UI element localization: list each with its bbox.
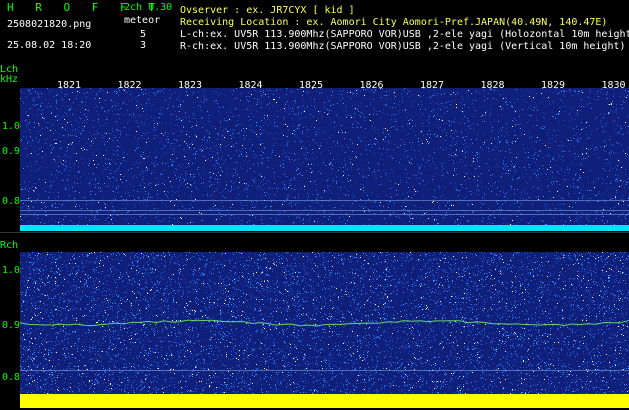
meteor-count-rch: 3 [140, 40, 147, 51]
rch-ytick: 1.0 [2, 265, 21, 276]
lch-ytick: 0.8 [2, 196, 21, 207]
lch-ytick: 1.0 [2, 121, 21, 132]
rch-ytick: 0.8 [2, 372, 21, 383]
location-info: Receiving Location : ex. Aomori City Aom… [180, 17, 608, 28]
rch-ytick: 0.9 [2, 320, 21, 331]
date-time: 25.08.02 18:20 [7, 40, 92, 51]
lch-receiver-info: L-ch:ex. UV5R 113.900Mhz(SAPPORO VOR)USB… [180, 29, 629, 40]
panel-divider [0, 232, 629, 233]
channel-mode: 2ch 0.30 [124, 2, 173, 13]
observer-info: Ovserver : ex. JR7CYX [ kid ] [180, 5, 355, 16]
lch-spectrogram [20, 88, 629, 231]
rch-receiver-info: R-ch:ex. UV5R 113.900Mhz(SAPPORO VOR)USB… [180, 41, 626, 52]
file-name: 2508021820.png [7, 19, 92, 30]
frequency-unit: kHz [0, 74, 19, 85]
rch-label: Rch [0, 240, 19, 251]
lch-ytick: 0.9 [2, 146, 21, 157]
meteor-count-lch: 5 [140, 29, 147, 40]
meteor-label: meteor [124, 15, 161, 26]
rch-spectrogram [20, 252, 629, 408]
